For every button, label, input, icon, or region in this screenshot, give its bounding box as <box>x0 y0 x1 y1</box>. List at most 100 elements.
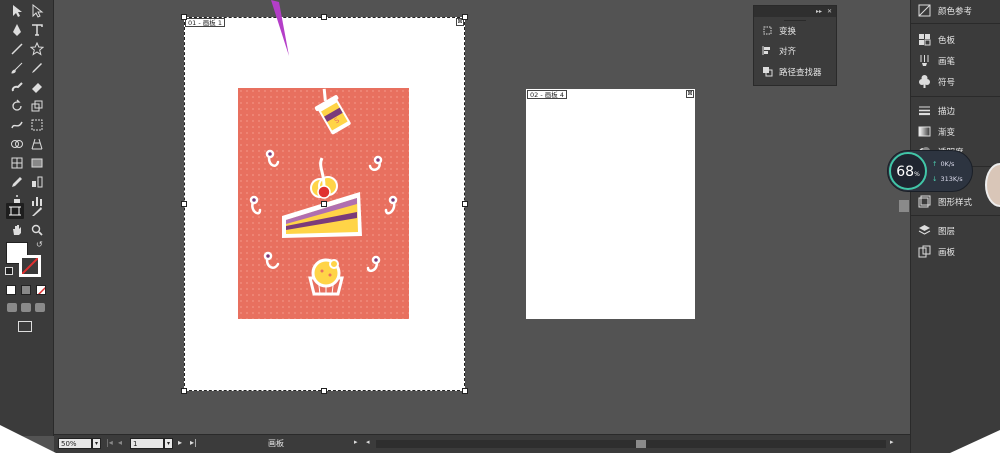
resize-handle-top-right[interactable] <box>462 14 468 20</box>
panel-artboards[interactable]: 画板 <box>911 241 1000 262</box>
panel-item-align[interactable]: 对齐 <box>754 40 836 61</box>
type-tool-icon[interactable] <box>28 22 46 38</box>
panel-symbols[interactable]: 符号 <box>911 71 1000 92</box>
gradient-tool-icon[interactable] <box>28 155 46 171</box>
stroke-swatch[interactable] <box>19 255 41 277</box>
symbol-icon <box>919 75 930 88</box>
paintbrush-tool-icon[interactable] <box>8 60 26 76</box>
first-artboard-icon[interactable]: |◂ <box>106 438 113 447</box>
draw-behind-icon[interactable] <box>21 303 31 312</box>
resize-handle-bottom[interactable] <box>321 388 327 394</box>
last-artboard-icon[interactable]: ▸| <box>190 438 197 447</box>
panel-divider <box>911 23 1000 24</box>
mesh-tool-icon[interactable] <box>8 155 26 171</box>
shape-builder-tool-icon[interactable] <box>8 136 26 152</box>
blend-tool-icon[interactable] <box>28 174 46 190</box>
network-speed-widget[interactable]: 68% ↑ 0K/s ↓ 313K/s <box>887 150 973 192</box>
swatches-icon <box>919 34 931 46</box>
panel-divider <box>911 215 1000 216</box>
panel-item-transform[interactable]: 变换 <box>754 21 836 40</box>
direct-selection-tool-icon[interactable] <box>28 3 46 19</box>
artboard-1-label[interactable]: 01 - 画板 1 <box>185 18 225 27</box>
scroll-left-icon[interactable]: ◂ <box>366 438 370 446</box>
gradient-mode-button[interactable] <box>21 285 31 295</box>
zoom-field[interactable]: 50% <box>58 438 92 449</box>
artboard-2[interactable]: 02 - 画板 4 ⊠ <box>526 89 695 319</box>
floating-panel-header[interactable]: ▸▸ ✕ <box>754 6 836 17</box>
none-mode-button[interactable] <box>36 285 46 295</box>
next-artboard-icon[interactable]: ▸ <box>178 438 182 447</box>
stroke-icon <box>919 106 930 116</box>
resize-handle-top[interactable] <box>321 14 327 20</box>
resize-handle-right[interactable] <box>462 201 468 207</box>
speed-percent-circle: 68% <box>889 152 927 190</box>
zoom-tool-icon[interactable] <box>28 222 46 238</box>
transform-icon <box>763 26 772 35</box>
panel-label: 描边 <box>938 106 956 117</box>
resize-handle-center[interactable] <box>321 201 327 207</box>
speed-percent: 68 <box>896 164 915 180</box>
pen-tool-icon[interactable] <box>8 22 26 38</box>
resize-handle-left[interactable] <box>181 201 187 207</box>
panel-label: 色板 <box>938 35 956 46</box>
rotate-tool-icon[interactable] <box>8 98 26 114</box>
artboard-number: 1 <box>133 440 138 448</box>
artboard-2-label[interactable]: 02 - 画板 4 <box>527 90 567 99</box>
perspective-grid-tool-icon[interactable] <box>28 136 46 152</box>
close-panel-icon[interactable]: ✕ <box>827 8 832 15</box>
line-tool-icon[interactable] <box>8 41 26 57</box>
screen-mode-icon[interactable] <box>18 321 32 332</box>
panel-brushes[interactable]: 画笔 <box>911 50 1000 71</box>
align-icon <box>762 46 770 55</box>
upload-value: 0K/s <box>940 160 955 168</box>
scrollbar-thumb[interactable] <box>636 440 646 448</box>
artboard-number-field[interactable]: 1 <box>130 438 164 449</box>
selection-tool-icon[interactable] <box>8 3 26 19</box>
right-panel-dock: 颜色参考 色板 画笔 符号 描边 渐变 透明度 <box>899 0 1000 453</box>
panel-item-pathfinder[interactable]: 路径查找器 <box>754 61 836 82</box>
collapse-panel-icon[interactable]: ▸▸ <box>816 8 822 15</box>
swap-fill-stroke-icon[interactable]: ↺ <box>36 240 43 249</box>
panel-color-guide[interactable]: 颜色参考 <box>911 0 1000 21</box>
slice-tool-icon[interactable] <box>28 203 46 219</box>
download-arrow-icon: ↓ <box>932 175 938 183</box>
panel-gradient[interactable]: 渐变 <box>911 121 1000 142</box>
panel-label: 画板 <box>938 247 956 258</box>
horizontal-scrollbar[interactable] <box>376 440 886 448</box>
layers-icon <box>918 225 931 235</box>
color-guide-icon <box>918 4 931 17</box>
default-colors-icon[interactable] <box>5 267 13 275</box>
scroll-right-icon[interactable]: ▸ <box>890 438 894 446</box>
draw-normal-icon[interactable] <box>7 303 17 312</box>
resize-handle-top-left[interactable] <box>181 14 187 20</box>
scale-tool-icon[interactable] <box>28 98 46 114</box>
gradient-icon <box>918 126 931 137</box>
resize-handle-bottom-left[interactable] <box>181 388 187 394</box>
free-transform-tool-icon[interactable] <box>28 117 46 133</box>
current-tool-name: 画板 <box>268 439 284 448</box>
document-canvas[interactable]: 01 - 画板 1 ⊠ S 02 - 画板 4 ⊠ ▸▸ ✕ 变换 对齐 路径查… <box>54 0 910 434</box>
pencil-tool-icon[interactable] <box>28 60 46 76</box>
artboard-tool-icon[interactable] <box>6 203 24 219</box>
status-menu-icon[interactable]: ▸ <box>354 438 358 446</box>
color-mode-button[interactable] <box>6 285 16 295</box>
prev-artboard-icon[interactable]: ◂ <box>118 438 122 447</box>
panel-stroke[interactable]: 描边 <box>911 100 1000 121</box>
download-value: 313K/s <box>940 175 963 183</box>
hand-tool-icon[interactable] <box>8 222 26 238</box>
draw-inside-icon[interactable] <box>35 303 45 312</box>
star-tool-icon[interactable] <box>28 41 46 57</box>
panel-item-label: 变换 <box>779 26 797 37</box>
artboard-dropdown-icon[interactable]: ▾ <box>164 438 173 449</box>
tools-panel: ↺ <box>0 0 54 436</box>
panel-layers[interactable]: 图层 <box>911 220 1000 241</box>
warp-tool-icon[interactable] <box>8 117 26 133</box>
artboard-2-close-icon[interactable]: ⊠ <box>686 90 694 98</box>
resize-handle-bottom-right[interactable] <box>462 388 468 394</box>
blob-brush-tool-icon[interactable] <box>8 79 26 95</box>
panel-scrollbar[interactable] <box>899 200 909 212</box>
eyedropper-tool-icon[interactable] <box>8 174 26 190</box>
panel-swatches[interactable]: 色板 <box>911 29 1000 50</box>
zoom-dropdown-icon[interactable]: ▾ <box>92 438 101 449</box>
eraser-tool-icon[interactable] <box>28 79 46 95</box>
